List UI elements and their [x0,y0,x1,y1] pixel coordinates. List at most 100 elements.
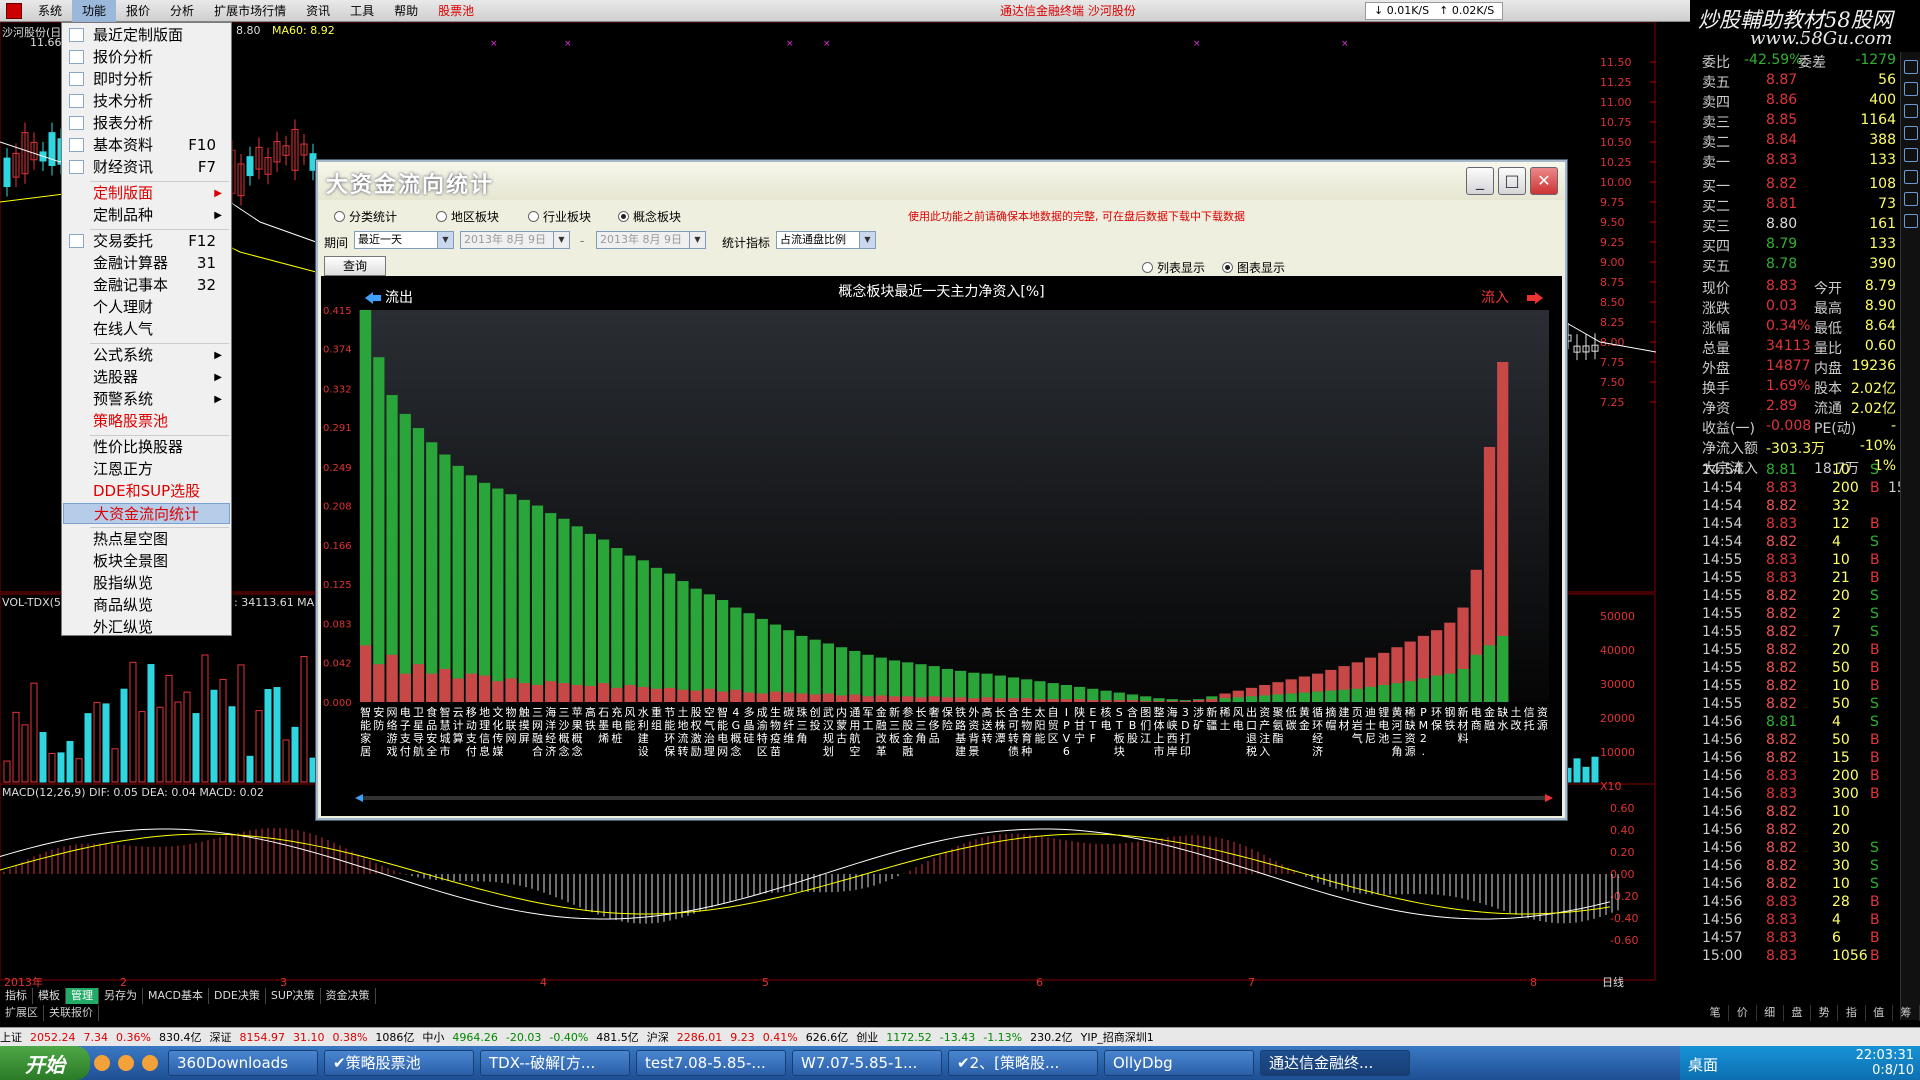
indicator-tab[interactable]: MACD基本 [143,988,209,1004]
desktop-button[interactable]: 桌面 [1688,1054,1718,1075]
menu-stock-pool[interactable]: 股票池 [428,0,484,22]
menu-info[interactable]: 资讯 [296,0,340,22]
indicator-tab[interactable]: 另存为 [99,988,143,1004]
radio-industry[interactable]: 行业板块 [528,208,591,225]
toolbar-icon[interactable] [1904,82,1918,96]
period-select[interactable]: 最近一天 ▼ [354,231,454,249]
menu-item[interactable]: 技术分析 [63,91,230,112]
menu-item[interactable]: 江恩正方 [63,459,230,480]
taskbar-button[interactable]: ✔2、[策略股... [948,1050,1098,1076]
menu-item[interactable]: 策略股票池 [63,411,230,432]
quote-cell: S [1870,840,1879,856]
speed-down: ↓ 0.01K/S [1374,4,1430,17]
menu-item[interactable]: 个人理财 [63,297,230,318]
bar-main [703,594,715,702]
quote-tab[interactable]: 盘 [1784,1005,1811,1021]
metric-select[interactable]: 占流通盘比例 ▼ [776,231,876,249]
radio-concept[interactable]: 概念板块 [618,208,681,225]
radio-category[interactable]: 分类统计 [334,208,397,225]
menu-item[interactable]: 金融计算器 31 [63,253,230,274]
quote-tab[interactable]: 价 [1729,1005,1757,1021]
radio-chart-view[interactable]: 图表显示 [1222,259,1285,276]
price-axis-tick: 11.00 [1600,96,1632,109]
toolbar-icon[interactable] [1904,214,1918,228]
menu-item[interactable]: 最近定制版面 [63,25,230,46]
toolbar-icon[interactable] [1904,126,1918,140]
toolbar-icon[interactable] [1904,192,1918,206]
taskbar-button[interactable]: OllyDbg [1104,1050,1254,1076]
dialog-titlebar[interactable]: 大资金流向统计 _ □ ✕ [318,162,1565,200]
radio-region[interactable]: 地区板块 [436,208,499,225]
quick-launch-icon[interactable] [94,1055,110,1071]
quote-tab[interactable]: 细 [1757,1005,1784,1021]
bar-secondary [1007,698,1020,702]
chart-scrollbar [359,796,1549,800]
menu-item[interactable]: 热点星空图 [63,529,230,550]
menu-item[interactable]: 商品纵览 [63,595,230,616]
menu-item[interactable]: 股指纵览 [63,573,230,594]
sub-tab[interactable]: 扩展区 [0,1005,44,1021]
menu-item[interactable]: 大资金流向统计 [63,503,230,524]
quick-launch-icon[interactable] [118,1055,134,1071]
menu-item[interactable]: 选股器 ▶ [63,367,230,388]
bar-main [637,560,649,702]
indicator-tab[interactable]: DDE决策 [209,988,266,1004]
menu-quote[interactable]: 报价 [116,0,160,22]
toolbar-icon[interactable] [1904,170,1918,184]
menu-item[interactable]: 基本资料 F10 [63,135,230,156]
start-button[interactable]: 开始 [0,1046,90,1080]
menu-item[interactable]: 公式系统 ▶ [63,345,230,366]
menu-item[interactable]: DDE和SUP选股 [63,481,230,502]
menu-ext-market[interactable]: 扩展市场行情 [204,0,296,22]
taskbar-button[interactable]: TDX--破解[方... [480,1050,630,1076]
menu-item[interactable]: 财经资讯 F7 [63,157,230,178]
indicator-tab[interactable]: 模板 [33,988,66,1004]
menu-system[interactable]: 系统 [28,0,72,22]
menu-analysis[interactable]: 分析 [160,0,204,22]
menu-item[interactable]: 预警系统 ▶ [63,389,230,410]
minimize-button[interactable]: _ [1466,167,1494,195]
menu-item-shortcut: F7 [197,158,216,176]
menu-help[interactable]: 帮助 [384,0,428,22]
quote-tab[interactable]: 筹 [1893,1005,1920,1021]
toolbar-icon[interactable] [1904,60,1918,74]
toolbar-icon[interactable] [1904,104,1918,118]
indicator-tab[interactable]: 指标 [0,988,33,1004]
menu-item[interactable]: 交易委托 F12 [63,231,230,252]
toolbar-icon[interactable] [1904,148,1918,162]
bar-secondary [822,693,834,702]
maximize-button[interactable]: □ [1498,167,1526,195]
menu-item[interactable]: 定制版面 ▶ [63,183,230,204]
taskbar-button[interactable]: ✔策略股票池 [324,1050,474,1076]
taskbar-button[interactable]: 360Downloads [168,1050,318,1076]
taskbar-button[interactable]: 通达信金融终... [1260,1050,1410,1076]
quote-cell: 8.83 [1766,552,1798,568]
quote-tab[interactable]: 笔 [1702,1005,1730,1021]
radio-list-view[interactable]: 列表显示 [1142,259,1205,276]
indicator-tab[interactable]: 资金决策 [321,988,376,1004]
menu-item[interactable]: 在线人气 [63,319,230,340]
menu-item[interactable]: 定制品种 ▶ [63,205,230,226]
quote-tab[interactable]: 值 [1866,1005,1893,1021]
quote-tab[interactable]: 指 [1838,1005,1866,1021]
query-button[interactable]: 查询 [324,256,386,276]
close-button[interactable]: ✕ [1530,167,1558,195]
menu-item[interactable]: 板块全景图 [63,551,230,572]
quick-launch-icon[interactable] [142,1055,158,1071]
quote-cell: 1164 [1860,112,1896,128]
menu-item[interactable]: 报价分析 [63,47,230,68]
menu-item[interactable]: 性价比换股器 [63,437,230,458]
taskbar-button[interactable]: W7.07-5.85-1... [792,1050,942,1076]
taskbar-button[interactable]: test7.08-5.85-... [636,1050,786,1076]
menu-tools[interactable]: 工具 [340,0,384,22]
menu-item[interactable]: 金融记事本 32 [63,275,230,296]
menu-item[interactable]: 外汇纵览 [63,617,230,638]
menu-item[interactable]: 报表分析 [63,113,230,134]
quote-tab[interactable]: 势 [1811,1005,1839,1021]
indicator-tab[interactable]: SUP决策 [266,988,321,1004]
sub-tab[interactable]: 关联报价 [44,1005,99,1021]
bar-secondary [1378,684,1390,702]
indicator-tab[interactable]: 管理 [66,988,99,1004]
menu-function[interactable]: 功能 [72,0,117,22]
menu-item[interactable]: 即时分析 [63,69,230,90]
